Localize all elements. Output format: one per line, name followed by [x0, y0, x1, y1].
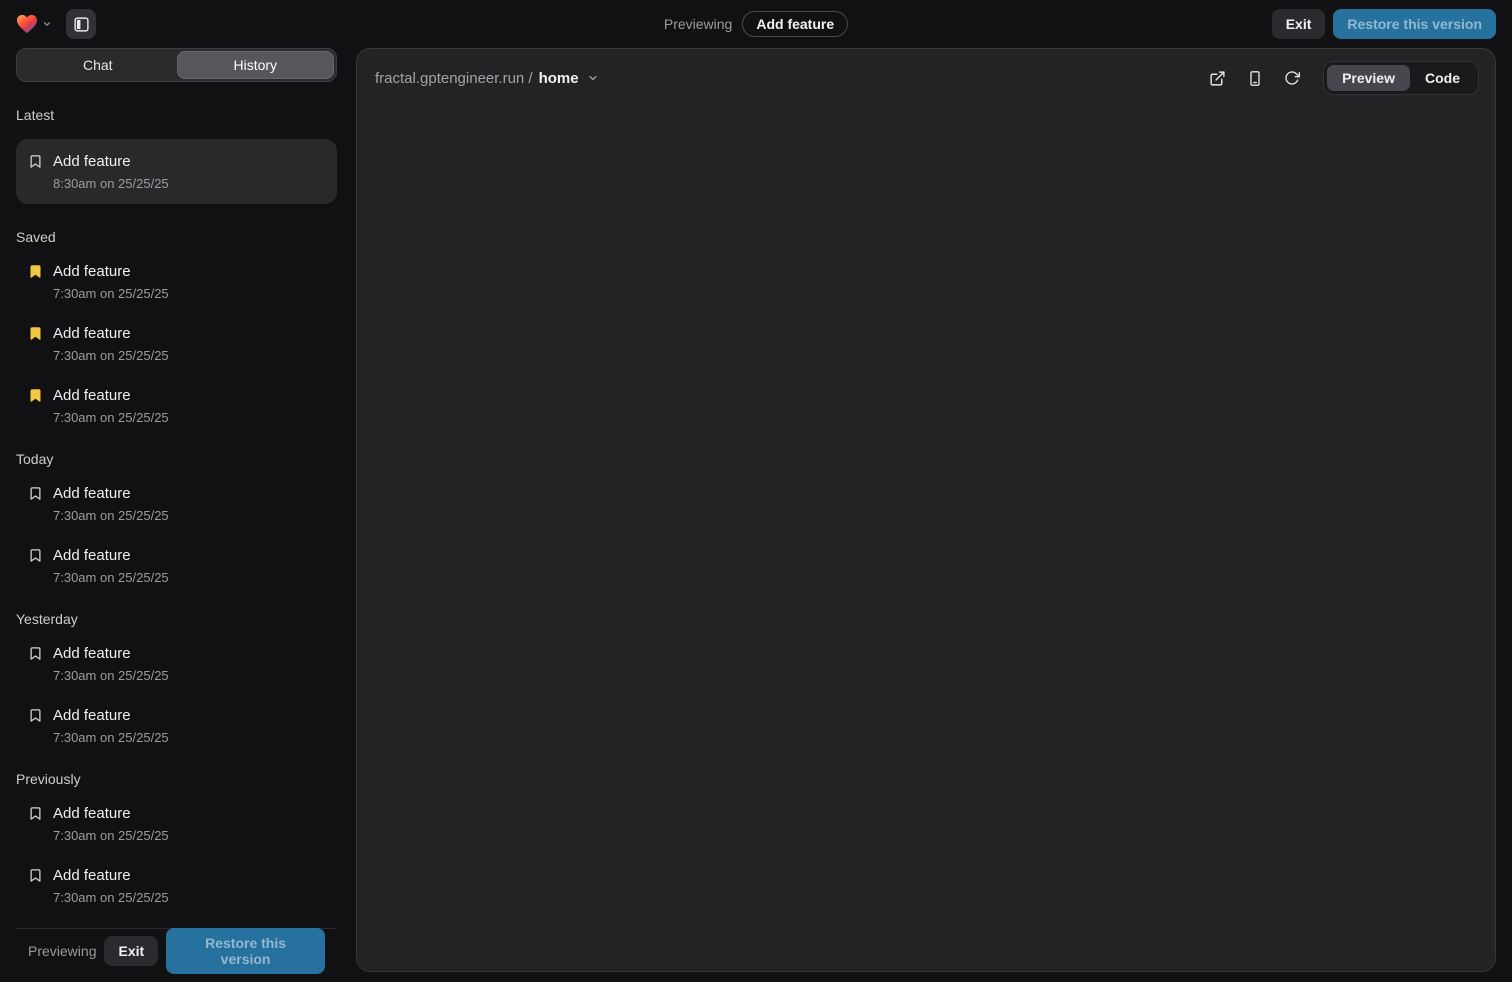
preview-url-page: home: [539, 70, 579, 87]
preview-url-prefix: fractal.gptengineer.run /: [375, 70, 533, 87]
previewing-status-label: Previewing: [664, 16, 732, 32]
history-section-label: Saved: [16, 229, 337, 245]
history-item[interactable]: Add feature 7:30am on 25/25/25: [16, 483, 337, 524]
version-badge[interactable]: Add feature: [742, 11, 848, 37]
open-in-new-tab-button[interactable]: [1209, 70, 1226, 87]
history-sidebar: Chat History Latest Add feature 8:30am on …: [16, 48, 337, 972]
history-item-timestamp: 7:30am on 25/25/25: [53, 507, 169, 524]
smartphone-icon: [1247, 70, 1263, 87]
exit-button[interactable]: Exit: [1272, 9, 1326, 39]
app-logo-menu[interactable]: [16, 14, 52, 34]
history-item-title: Add feature: [53, 803, 169, 824]
history-item-title: Add feature: [53, 865, 169, 886]
preview-panel: fractal.gptengineer.run / home: [356, 48, 1496, 972]
history-item-title: Add feature: [53, 151, 169, 172]
history-item-timestamp: 7:30am on 25/25/25: [53, 285, 169, 302]
refresh-icon: [1284, 70, 1300, 86]
chevron-down-icon: [587, 72, 599, 84]
history-item-timestamp: 7:30am on 25/25/25: [53, 667, 169, 684]
refresh-button[interactable]: [1284, 70, 1300, 86]
history-item-timestamp: 7:30am on 25/25/25: [53, 889, 169, 906]
history-item[interactable]: Add feature 7:30am on 25/25/25: [16, 385, 337, 426]
history-section-label: Today: [16, 451, 337, 467]
history-item[interactable]: Add feature 7:30am on 25/25/25: [16, 323, 337, 364]
bookmark-outline-icon: [28, 868, 43, 883]
bookmark-filled-icon: [28, 388, 43, 403]
history-section-label: Yesterday: [16, 611, 337, 627]
preview-panel-header: fractal.gptengineer.run / home: [357, 49, 1495, 107]
history-item-title: Add feature: [53, 545, 169, 566]
panel-left-icon: [73, 16, 90, 33]
history-item[interactable]: Add feature 7:30am on 25/25/25: [16, 643, 337, 684]
bookmark-outline-icon: [28, 486, 43, 501]
history-list: Latest Add feature 8:30am on 25/25/25 Saved…: [16, 82, 337, 928]
history-item[interactable]: Add feature 7:30am on 25/25/25: [16, 705, 337, 746]
mobile-view-button[interactable]: [1247, 70, 1263, 87]
history-item-timestamp: 7:30am on 25/25/25: [53, 347, 169, 364]
preview-url-selector[interactable]: fractal.gptengineer.run / home: [375, 70, 599, 87]
tab-history[interactable]: History: [177, 51, 335, 79]
history-item-title: Add feature: [53, 643, 169, 664]
external-link-icon: [1209, 70, 1226, 87]
history-item[interactable]: Add feature 7:30am on 25/25/25: [16, 545, 337, 586]
bookmark-filled-icon: [28, 264, 43, 279]
sidebar-footer: Previewing Exit Restore this version: [16, 928, 337, 972]
history-item-timestamp: 7:30am on 25/25/25: [53, 729, 169, 746]
history-item-title: Add feature: [53, 323, 169, 344]
sidebar-toggle-button[interactable]: [66, 9, 96, 39]
bookmark-outline-icon: [28, 548, 43, 563]
bookmark-outline-icon: [28, 154, 43, 169]
chevron-down-icon: [42, 19, 52, 29]
history-item[interactable]: Add feature 8:30am on 25/25/25: [16, 139, 337, 204]
history-section-label: Latest: [16, 107, 337, 123]
history-item-title: Add feature: [53, 385, 169, 406]
history-item-timestamp: 7:30am on 25/25/25: [53, 409, 169, 426]
history-item[interactable]: Add feature 7:30am on 25/25/25: [16, 803, 337, 844]
history-item-title: Add feature: [53, 261, 169, 282]
sidebar-tabs: Chat History: [16, 48, 337, 82]
preview-viewport: [357, 107, 1495, 971]
exit-button[interactable]: Exit: [104, 936, 158, 966]
bookmark-filled-icon: [28, 326, 43, 341]
history-item-timestamp: 8:30am on 25/25/25: [53, 175, 169, 192]
history-item[interactable]: Add feature 7:30am on 25/25/25: [16, 865, 337, 906]
history-item-timestamp: 7:30am on 25/25/25: [53, 569, 169, 586]
toggle-code[interactable]: Code: [1410, 65, 1475, 91]
restore-version-button[interactable]: Restore this version: [166, 928, 325, 974]
restore-version-button[interactable]: Restore this version: [1333, 9, 1496, 39]
bookmark-outline-icon: [28, 806, 43, 821]
history-item-title: Add feature: [53, 483, 169, 504]
topbar: Previewing Add feature Exit Restore this…: [0, 0, 1512, 48]
tab-chat[interactable]: Chat: [19, 51, 177, 79]
history-item-timestamp: 7:30am on 25/25/25: [53, 827, 169, 844]
previewing-status-label: Previewing: [28, 943, 96, 959]
bookmark-outline-icon: [28, 708, 43, 723]
history-item-title: Add feature: [53, 705, 169, 726]
history-section-label: Previously: [16, 771, 337, 787]
toggle-preview[interactable]: Preview: [1327, 65, 1410, 91]
history-item[interactable]: Add feature 7:30am on 25/25/25: [16, 261, 337, 302]
heart-gradient-icon: [16, 14, 38, 34]
bookmark-outline-icon: [28, 646, 43, 661]
preview-code-toggle: Preview Code: [1323, 61, 1479, 95]
